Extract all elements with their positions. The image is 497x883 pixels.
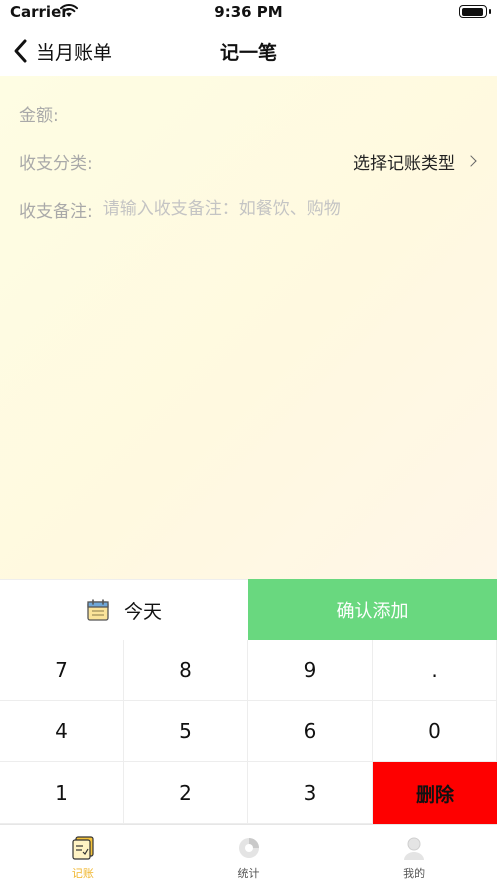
tab-statistics[interactable]: 统计 — [166, 825, 332, 883]
battery-icon — [459, 5, 491, 18]
amount-label: 金额: — [19, 105, 59, 126]
action-row: 今天 确认添加 — [0, 579, 497, 640]
status-bar: Carrier 9:36 PM — [0, 0, 497, 26]
category-row: 收支分类: 选择记账类型 — [19, 146, 477, 176]
key-5[interactable]: 5 — [124, 701, 248, 762]
key-decimal[interactable]: . — [373, 640, 497, 701]
note-input[interactable] — [102, 199, 475, 219]
entry-form: 金额: 收支分类: 选择记账类型 收支备注: — [0, 76, 497, 579]
amount-row[interactable]: 金额: — [19, 98, 475, 128]
profile-icon — [404, 837, 425, 860]
nav-bar: 当月账单 记一笔 — [0, 26, 497, 76]
bookkeeping-icon — [72, 836, 94, 860]
key-1[interactable]: 1 — [0, 762, 124, 824]
status-time: 9:36 PM — [214, 3, 283, 21]
key-4[interactable]: 4 — [0, 701, 124, 762]
number-keypad: 7 8 9 . 4 5 6 0 1 2 3 删除 — [0, 640, 497, 824]
category-select[interactable]: 选择记账类型 — [353, 149, 477, 174]
page-title: 记一笔 — [219, 42, 277, 64]
key-0[interactable]: 0 — [373, 701, 497, 762]
calendar-icon — [87, 599, 109, 621]
tab-bar: 记账 统计 我的 — [0, 824, 497, 883]
category-value: 选择记账类型 — [353, 153, 455, 174]
delete-button[interactable]: 删除 — [373, 762, 497, 824]
tab-bookkeeping[interactable]: 记账 — [0, 825, 166, 883]
key-3[interactable]: 3 — [248, 762, 373, 824]
chevron-right-icon — [465, 155, 477, 167]
key-9[interactable]: 9 — [248, 640, 373, 701]
note-row: 收支备注: — [19, 194, 475, 224]
confirm-add-button[interactable]: 确认添加 — [248, 579, 497, 640]
key-6[interactable]: 6 — [248, 701, 373, 762]
key-8[interactable]: 8 — [124, 640, 248, 701]
note-label: 收支备注: — [19, 201, 93, 222]
date-picker-button[interactable]: 今天 — [0, 579, 248, 640]
tab-profile[interactable]: 我的 — [331, 825, 497, 883]
statistics-icon — [238, 838, 259, 858]
tab-label: 我的 — [403, 867, 426, 880]
date-label: 今天 — [123, 600, 162, 623]
key-2[interactable]: 2 — [124, 762, 248, 824]
tab-label: 统计 — [237, 867, 260, 880]
category-label: 收支分类: — [19, 153, 93, 174]
key-7[interactable]: 7 — [0, 640, 124, 701]
tab-label: 记账 — [71, 867, 94, 880]
